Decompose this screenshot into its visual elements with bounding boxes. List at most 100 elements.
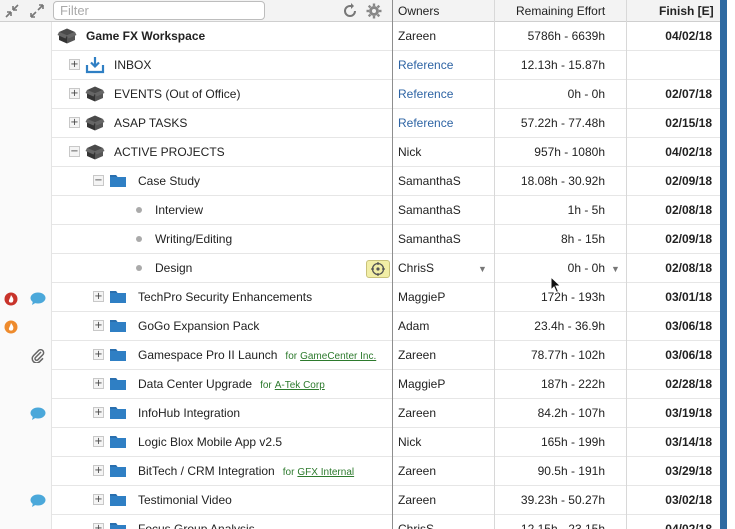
task-row[interactable]: + Data Center Upgrade for A-Tek Corp MaggieP… — [52, 370, 720, 399]
attachment-paperclip-icon[interactable] — [31, 348, 45, 364]
expand-toggle-icon[interactable]: + — [93, 349, 104, 360]
owner-cell[interactable]: Reference — [398, 109, 453, 137]
task-row[interactable]: + ASAP TASKS Reference 57.22h - 77.48h 02/15… — [52, 109, 720, 138]
owner-cell[interactable]: MaggieP — [398, 370, 445, 398]
task-row[interactable]: + InfoHub Integration Zareen 84.2h - 107h 03… — [52, 399, 720, 428]
task-name[interactable]: INBOX — [114, 51, 151, 79]
owner-dropdown-caret-icon[interactable]: ▼ — [478, 264, 487, 274]
remaining-effort-cell[interactable]: 57.22h - 77.48h — [495, 109, 605, 137]
expand-toggle-icon[interactable]: + — [93, 436, 104, 447]
comment-bubble-icon[interactable] — [30, 494, 46, 508]
priority-fire-icon[interactable] — [4, 292, 18, 306]
task-name[interactable]: EVENTS (Out of Office) — [114, 80, 240, 108]
expand-toggle-icon[interactable]: + — [93, 465, 104, 476]
expand-toggle-icon[interactable]: + — [69, 117, 80, 128]
task-row[interactable]: + INBOX Reference 12.13h - 15.87h — [52, 51, 720, 80]
owner-cell[interactable]: MaggieP — [398, 283, 445, 311]
task-name[interactable]: InfoHub Integration — [138, 399, 240, 427]
task-row[interactable]: + BitTech / CRM Integration for GFX Interna… — [52, 457, 720, 486]
expand-toggle-icon[interactable]: + — [93, 407, 104, 418]
settings-gear-icon[interactable] — [366, 3, 382, 19]
remaining-effort-cell[interactable]: 12.13h - 15.87h — [495, 51, 605, 79]
owner-cell[interactable]: ChrisS — [398, 254, 434, 282]
task-row[interactable]: − ACTIVE PROJECTS Nick 957h - 1080h 04/02/18 — [52, 138, 720, 167]
task-row[interactable]: + Logic Blox Mobile App v2.5 Nick 165h - 19… — [52, 428, 720, 457]
remaining-effort-cell[interactable]: 957h - 1080h — [495, 138, 605, 166]
column-header-remaining-effort[interactable]: Remaining Effort — [516, 0, 605, 22]
remaining-effort-cell[interactable]: 84.2h - 107h — [495, 399, 605, 427]
owner-cell[interactable]: Reference — [398, 80, 453, 108]
expand-toggle-icon[interactable]: + — [69, 88, 80, 99]
comment-bubble-icon[interactable] — [30, 407, 46, 421]
owner-cell[interactable]: SamanthaS — [398, 225, 461, 253]
task-name[interactable]: Data Center Upgrade — [138, 370, 252, 398]
expand-toggle-icon[interactable]: + — [93, 291, 104, 302]
task-name[interactable]: BitTech / CRM Integration — [138, 457, 275, 485]
task-name[interactable]: Interview — [155, 196, 203, 224]
task-row[interactable]: Writing/Editing SamanthaS 8h - 15h 02/09/18 — [52, 225, 720, 254]
expand-all-icon[interactable] — [29, 3, 45, 19]
task-row[interactable]: + EVENTS (Out of Office) Reference 0h - 0h 0… — [52, 80, 720, 109]
column-header-owners[interactable]: Owners — [398, 0, 439, 22]
remaining-effort-cell[interactable]: 1h - 5h — [495, 196, 605, 224]
remaining-effort-cell[interactable]: 90.5h - 191h — [495, 457, 605, 485]
task-name[interactable]: Design — [155, 254, 192, 282]
owner-cell[interactable]: ChrisS — [398, 515, 434, 529]
owner-cell[interactable]: Zareen — [398, 399, 436, 427]
owner-cell[interactable]: Zareen — [398, 341, 436, 369]
filter-input[interactable] — [53, 1, 265, 20]
expand-toggle-icon[interactable]: + — [93, 320, 104, 331]
remaining-effort-cell[interactable]: 5786h - 6639h — [495, 22, 605, 50]
remaining-effort-cell[interactable]: 8h - 15h — [495, 225, 605, 253]
task-name[interactable]: Gamespace Pro II Launch — [138, 341, 277, 369]
column-splitter[interactable] — [392, 0, 393, 529]
column-header-finish[interactable]: Finish [E] — [659, 0, 714, 22]
task-row[interactable]: + Testimonial Video Zareen 39.23h - 50.27h 0… — [52, 486, 720, 515]
remaining-effort-cell[interactable]: 12.15h - 23.15h — [495, 515, 605, 529]
remaining-effort-cell[interactable]: 0h - 0h — [495, 80, 605, 108]
owner-cell[interactable]: Adam — [398, 312, 429, 340]
expand-toggle-icon[interactable]: + — [93, 523, 104, 529]
expand-toggle-icon[interactable]: + — [93, 378, 104, 389]
task-row[interactable]: Interview SamanthaS 1h - 5h 02/08/18 — [52, 196, 720, 225]
remaining-effort-cell[interactable]: 18.08h - 30.92h — [495, 167, 605, 195]
task-name[interactable]: Writing/Editing — [155, 225, 232, 253]
expand-toggle-icon[interactable]: + — [93, 494, 104, 505]
task-name[interactable]: Logic Blox Mobile App v2.5 — [138, 428, 282, 456]
task-name[interactable]: ACTIVE PROJECTS — [114, 138, 225, 166]
remaining-effort-cell[interactable]: 39.23h - 50.27h — [495, 486, 605, 514]
client-link[interactable]: A-Tek Corp — [275, 380, 325, 391]
task-row[interactable]: + Gamespace Pro II Launch for GameCenter In… — [52, 341, 720, 370]
owner-cell[interactable]: SamanthaS — [398, 196, 461, 224]
remaining-effort-cell[interactable]: 187h - 222h — [495, 370, 605, 398]
owner-cell[interactable]: Zareen — [398, 457, 436, 485]
task-row[interactable]: + GoGo Expansion Pack Adam 23.4h - 36.9h 03/… — [52, 312, 720, 341]
client-link[interactable]: GFX Internal — [297, 467, 354, 478]
gantt-panel-edge[interactable] — [720, 0, 727, 529]
task-row[interactable]: + TechPro Security Enhancements MaggieP 172… — [52, 283, 720, 312]
task-name[interactable]: Case Study — [138, 167, 200, 195]
task-row[interactable]: + Focus Group Analysis ChrisS 12.15h - 23.1… — [52, 515, 720, 529]
owner-cell[interactable]: Zareen — [398, 22, 436, 50]
task-name[interactable]: Testimonial Video — [138, 486, 232, 514]
task-row[interactable]: Game FX Workspace Zareen 5786h - 6639h 04/0… — [52, 22, 720, 51]
owner-cell[interactable]: SamanthaS — [398, 167, 461, 195]
refresh-icon[interactable] — [342, 3, 358, 19]
effort-dropdown-caret-icon[interactable]: ▼ — [611, 264, 620, 274]
task-name[interactable]: Focus Group Analysis — [138, 515, 255, 529]
task-name[interactable]: ASAP TASKS — [114, 109, 187, 137]
remaining-effort-cell[interactable]: 23.4h - 36.9h — [495, 312, 605, 340]
task-name[interactable]: TechPro Security Enhancements — [138, 283, 312, 311]
task-row[interactable]: − Case Study SamanthaS 18.08h - 30.92h 02/09… — [52, 167, 720, 196]
owner-cell[interactable]: Reference — [398, 51, 453, 79]
expand-toggle-icon[interactable]: + — [69, 59, 80, 70]
remaining-effort-cell[interactable]: 78.77h - 102h — [495, 341, 605, 369]
owner-cell[interactable]: Zareen — [398, 486, 436, 514]
collapse-toggle-icon[interactable]: − — [93, 175, 104, 186]
collapse-toggle-icon[interactable]: − — [69, 146, 80, 157]
task-name[interactable]: Game FX Workspace — [86, 22, 205, 50]
collapse-all-icon[interactable] — [4, 3, 20, 19]
task-name[interactable]: GoGo Expansion Pack — [138, 312, 259, 340]
owner-cell[interactable]: Nick — [398, 428, 421, 456]
priority-fire-icon[interactable] — [4, 320, 18, 334]
